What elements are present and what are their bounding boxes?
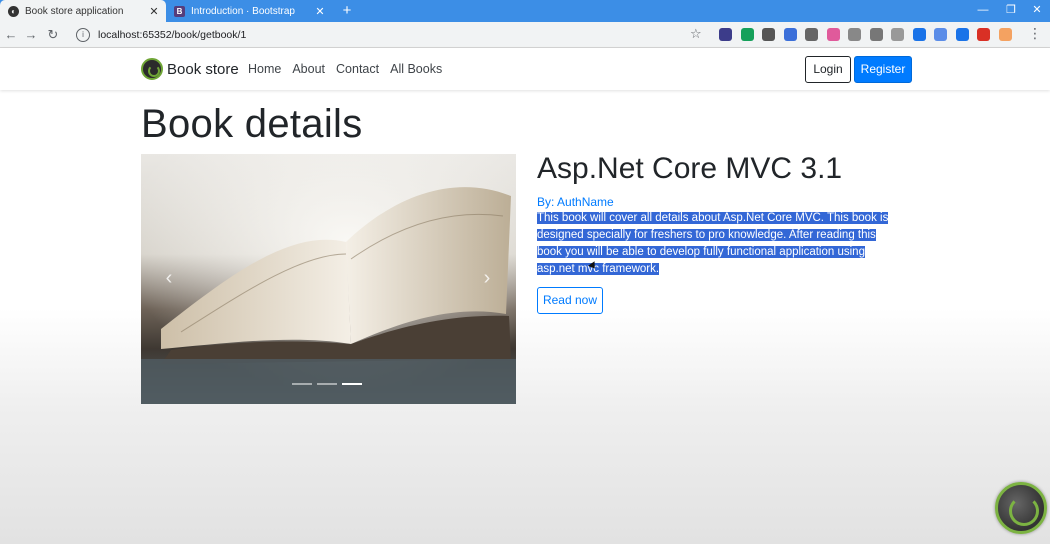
extension-icon[interactable]	[934, 28, 947, 41]
web-page: Book store Home About Contact All Books …	[0, 48, 1050, 544]
extension-icon[interactable]	[955, 28, 969, 41]
carousel-indicator[interactable]	[292, 383, 312, 385]
extension-icon[interactable]	[805, 28, 818, 41]
channel-logo-icon	[995, 482, 1047, 534]
extension-icon[interactable]	[762, 28, 775, 41]
browser-menu-icon[interactable]: ⋮	[1028, 25, 1042, 42]
page-title: Book details	[141, 102, 363, 146]
close-tab-icon[interactable]: ✕	[146, 5, 162, 18]
browser-toolbar: ← → ↻ i localhost:65352/book/getbook/1 ☆…	[0, 22, 1050, 48]
nav-link-contact[interactable]: Contact	[336, 62, 379, 76]
extension-icon[interactable]	[977, 28, 990, 41]
extension-icon[interactable]	[912, 28, 926, 41]
extension-icon[interactable]	[740, 28, 754, 41]
carousel-prev-icon[interactable]: ‹	[159, 266, 179, 290]
open-book-image	[141, 154, 516, 404]
book-title: Asp.Net Core MVC 3.1	[537, 152, 843, 185]
nav-link-about[interactable]: About	[292, 62, 325, 76]
globe-icon: ◐	[8, 5, 19, 17]
carousel-indicator[interactable]	[342, 383, 362, 385]
brand-logo-icon	[141, 58, 163, 80]
tab-book-store[interactable]: ◐ Book store application ✕	[0, 0, 166, 22]
extension-icon[interactable]	[783, 28, 797, 41]
reload-icon[interactable]: ↻	[44, 26, 62, 44]
extension-icon[interactable]	[826, 28, 840, 41]
minimize-icon[interactable]: —	[968, 0, 998, 22]
nav-link-all-books[interactable]: All Books	[390, 62, 442, 76]
login-button[interactable]: Login	[805, 56, 851, 83]
tab-title: Book store application	[25, 5, 124, 17]
book-image-carousel[interactable]: ‹ ›	[141, 154, 516, 404]
bootstrap-icon: B	[174, 5, 185, 17]
url-text: localhost:65352/book/getbook/1	[98, 29, 247, 41]
nav-links: Home About Contact All Books	[248, 62, 453, 76]
browser-tab-strip: ◐ Book store application ✕ B Introductio…	[0, 0, 1050, 22]
extension-icon[interactable]	[869, 28, 883, 41]
extension-icon[interactable]	[848, 28, 861, 41]
tab-title: Introduction · Bootstrap	[191, 5, 295, 17]
brand-text: Book store	[167, 60, 239, 78]
close-tab-icon[interactable]: ✕	[312, 5, 328, 18]
brand[interactable]: Book store	[141, 58, 239, 80]
carousel-indicator[interactable]	[317, 383, 337, 385]
close-window-icon[interactable]: ✕	[1022, 0, 1050, 22]
extension-icon[interactable]	[891, 28, 904, 41]
nav-link-home[interactable]: Home	[248, 62, 281, 76]
book-author: By: AuthName	[537, 195, 614, 209]
extension-icon[interactable]	[998, 28, 1012, 41]
extension-icon[interactable]	[719, 28, 732, 41]
read-now-button[interactable]: Read now	[537, 287, 603, 314]
register-button[interactable]: Register	[854, 56, 912, 83]
back-icon[interactable]: ←	[2, 26, 20, 44]
forward-icon[interactable]: →	[22, 26, 40, 44]
bookmark-star-icon[interactable]: ☆	[690, 26, 702, 42]
site-navbar: Book store Home About Contact All Books …	[0, 48, 1050, 90]
carousel-indicators	[292, 383, 367, 385]
address-bar[interactable]: i localhost:65352/book/getbook/1	[68, 25, 708, 45]
tab-bootstrap[interactable]: B Introduction · Bootstrap ✕	[166, 0, 332, 22]
carousel-next-icon[interactable]: ›	[477, 266, 497, 290]
info-icon[interactable]: i	[76, 28, 90, 42]
new-tab-button[interactable]: +	[338, 2, 356, 20]
